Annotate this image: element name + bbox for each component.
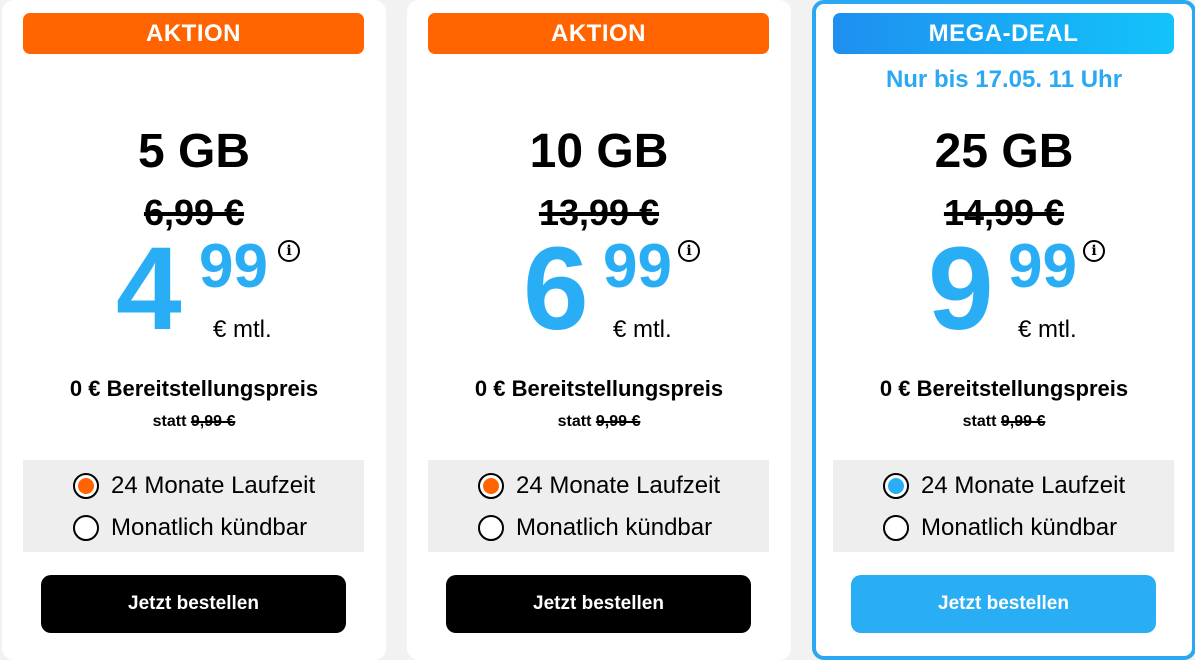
info-icon[interactable]: i bbox=[678, 240, 700, 262]
old-price: 14,99 € bbox=[943, 192, 1065, 233]
setup-fee-instead: statt 9,99 € bbox=[812, 413, 1195, 431]
setup-fee: 0 € Bereitstellungspreis bbox=[474, 376, 724, 401]
promo-badge: AKTION bbox=[428, 13, 769, 54]
radio-unselected-icon[interactable] bbox=[73, 515, 99, 541]
data-volume: 25 GB bbox=[934, 125, 1074, 178]
data-volume: 5 GB bbox=[137, 125, 251, 178]
term-option-label: Monatlich kündbar bbox=[921, 514, 1118, 541]
term-option-24-months[interactable]: 24 Monate Laufzeit bbox=[478, 470, 720, 502]
term-options: 24 Monate Laufzeit Monatlich kündbar bbox=[833, 460, 1174, 552]
old-price: 13,99 € bbox=[538, 192, 660, 233]
setup-fee: 0 € Bereitstellungspreis bbox=[879, 376, 1129, 401]
deal-deadline: Nur bis 17.05. 11 Uhr bbox=[885, 66, 1123, 93]
setup-instead-value: 9,99 € bbox=[595, 413, 641, 430]
setup-fee-instead: statt 9,99 € bbox=[2, 413, 386, 431]
setup-fee: 0 € Bereitstellungspreis bbox=[69, 376, 319, 401]
term-options: 24 Monate Laufzeit Monatlich kündbar bbox=[23, 460, 364, 552]
term-options: 24 Monate Laufzeit Monatlich kündbar bbox=[428, 460, 769, 552]
term-option-label: 24 Monate Laufzeit bbox=[111, 472, 316, 499]
promo-badge: AKTION bbox=[23, 13, 364, 54]
term-option-24-months[interactable]: 24 Monate Laufzeit bbox=[73, 470, 315, 502]
tariff-card-10gb: AKTION 10 GB 13,99 € 6 99 i € mtl. 0 € B… bbox=[407, 0, 791, 660]
order-button[interactable]: Jetzt bestellen bbox=[851, 575, 1156, 633]
price-cents: 99 bbox=[603, 232, 672, 301]
tariff-card-5gb: AKTION 5 GB 6,99 € 4 99 i € mtl. 0 € Ber… bbox=[2, 0, 386, 660]
radio-selected-icon[interactable] bbox=[478, 473, 504, 499]
term-option-label: 24 Monate Laufzeit bbox=[921, 472, 1126, 499]
term-option-label: Monatlich kündbar bbox=[111, 514, 308, 541]
price-display: 4 99 i € mtl. bbox=[2, 223, 386, 355]
radio-unselected-icon[interactable] bbox=[478, 515, 504, 541]
price-unit: € mtl. bbox=[213, 316, 272, 343]
term-option-24-months[interactable]: 24 Monate Laufzeit bbox=[883, 470, 1125, 502]
term-option-label: Monatlich kündbar bbox=[516, 514, 713, 541]
price-whole: 9 bbox=[928, 223, 994, 355]
setup-instead-prefix: statt bbox=[152, 413, 187, 430]
mega-deal-badge: MEGA-DEAL bbox=[833, 13, 1174, 54]
setup-instead-prefix: statt bbox=[962, 413, 997, 430]
setup-instead-prefix: statt bbox=[557, 413, 592, 430]
radio-selected-icon[interactable] bbox=[73, 473, 99, 499]
info-icon[interactable]: i bbox=[278, 240, 300, 262]
setup-fee-instead: statt 9,99 € bbox=[407, 413, 791, 431]
radio-selected-icon[interactable] bbox=[883, 473, 909, 499]
price-whole: 4 bbox=[116, 223, 182, 355]
term-option-label: 24 Monate Laufzeit bbox=[516, 472, 721, 499]
setup-instead-value: 9,99 € bbox=[1000, 413, 1046, 430]
term-option-monthly[interactable]: Monatlich kündbar bbox=[478, 512, 712, 544]
price-display: 9 99 i € mtl. bbox=[812, 223, 1195, 355]
setup-instead-value: 9,99 € bbox=[190, 413, 236, 430]
order-button[interactable]: Jetzt bestellen bbox=[41, 575, 346, 633]
price-cents: 99 bbox=[199, 232, 268, 301]
data-volume: 10 GB bbox=[529, 125, 669, 178]
price-whole: 6 bbox=[523, 223, 589, 355]
term-option-monthly[interactable]: Monatlich kündbar bbox=[73, 512, 307, 544]
price-unit: € mtl. bbox=[613, 316, 672, 343]
tariff-card-25gb: MEGA-DEAL Nur bis 17.05. 11 Uhr 25 GB 14… bbox=[812, 0, 1195, 660]
order-button[interactable]: Jetzt bestellen bbox=[446, 575, 751, 633]
price-unit: € mtl. bbox=[1018, 316, 1077, 343]
radio-unselected-icon[interactable] bbox=[883, 515, 909, 541]
price-cents: 99 bbox=[1008, 232, 1077, 301]
price-display: 6 99 i € mtl. bbox=[407, 223, 791, 355]
term-option-monthly[interactable]: Monatlich kündbar bbox=[883, 512, 1117, 544]
info-icon[interactable]: i bbox=[1083, 240, 1105, 262]
old-price: 6,99 € bbox=[143, 192, 245, 233]
